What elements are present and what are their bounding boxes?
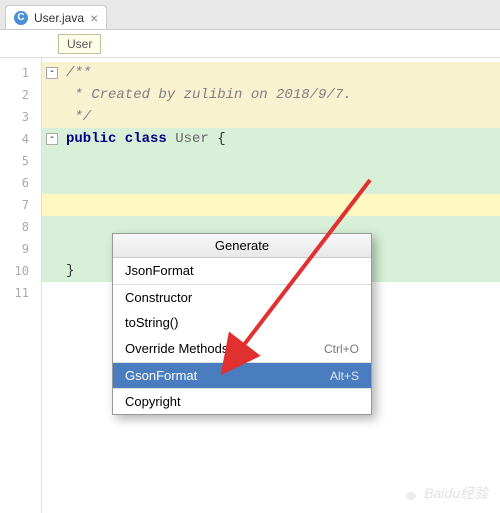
line-number: 5: [0, 150, 41, 172]
line-number: 3: [0, 106, 41, 128]
code-line[interactable]: * Created by zulibin on 2018/9/7.: [42, 84, 500, 106]
fold-toggle-icon[interactable]: -: [46, 67, 58, 79]
line-number: 4: [0, 128, 41, 150]
code-line[interactable]: [42, 194, 500, 216]
line-number: 2: [0, 84, 41, 106]
menu-item-label: GsonFormat: [125, 363, 197, 388]
line-number: 9: [0, 238, 41, 260]
menu-item-label: JsonFormat: [125, 258, 194, 284]
menu-item-label: Override Methods...: [125, 336, 239, 362]
menu-item-label: toString(): [125, 310, 178, 336]
line-number: 8: [0, 216, 41, 238]
close-icon[interactable]: ×: [90, 10, 98, 26]
code-line[interactable]: */: [42, 106, 500, 128]
generate-item-constructor[interactable]: Constructor: [113, 284, 371, 310]
tab-bar: C User.java ×: [0, 0, 500, 30]
code-line[interactable]: -/**: [42, 62, 500, 84]
editor-tab[interactable]: C User.java ×: [5, 5, 107, 29]
generate-item-copyright[interactable]: Copyright: [113, 388, 371, 414]
generate-popup: Generate JsonFormatConstructortoString()…: [112, 233, 372, 415]
fold-toggle-icon[interactable]: -: [46, 133, 58, 145]
menu-item-label: Constructor: [125, 285, 192, 310]
generate-item-override-methods-[interactable]: Override Methods... Ctrl+O: [113, 336, 371, 362]
watermark: Baidu经验: [402, 483, 488, 503]
menu-item-label: Copyright: [125, 389, 181, 414]
line-number: 1: [0, 62, 41, 84]
menu-item-shortcut: Ctrl+O: [324, 336, 359, 362]
line-number: 7: [0, 194, 41, 216]
line-number-gutter: 1234567891011: [0, 58, 42, 513]
generate-item-tostring-[interactable]: toString(): [113, 310, 371, 336]
popup-title: Generate: [113, 234, 371, 258]
generate-item-jsonformat[interactable]: JsonFormat: [113, 258, 371, 284]
code-line[interactable]: [42, 150, 500, 172]
menu-item-shortcut: Alt+S: [330, 363, 359, 388]
class-file-icon: C: [14, 11, 28, 25]
line-number: 10: [0, 260, 41, 282]
code-line[interactable]: [42, 172, 500, 194]
paw-icon: [402, 486, 420, 500]
line-number: 6: [0, 172, 41, 194]
breadcrumb-bar: User: [0, 30, 500, 58]
generate-item-gsonformat[interactable]: GsonFormat Alt+S: [113, 362, 371, 388]
line-number: 11: [0, 282, 41, 304]
code-line[interactable]: -public class User {: [42, 128, 500, 150]
breadcrumb-class[interactable]: User: [58, 34, 101, 54]
tab-label: User.java: [34, 11, 84, 25]
